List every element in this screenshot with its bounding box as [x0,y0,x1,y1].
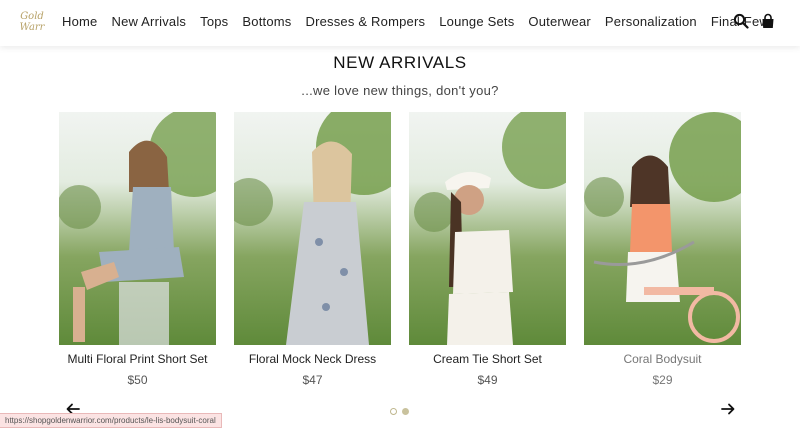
nav-link-dresses-rompers[interactable]: Dresses & Rompers [305,14,425,29]
main-nav: Home New Arrivals Tops Bottoms Dresses &… [62,14,783,29]
browser-status-url: https://shopgoldenwarrior.com/products/l… [0,413,222,428]
shopping-bag-icon[interactable] [760,13,778,31]
carousel-dot[interactable] [390,408,397,415]
product-image[interactable] [584,112,741,345]
nav-link-new-arrivals[interactable]: New Arrivals [111,14,186,29]
product-name[interactable]: Coral Bodysuit [584,352,741,366]
product-name[interactable]: Floral Mock Neck Dress [234,352,391,366]
product-name[interactable]: Multi Floral Print Short Set [59,352,216,366]
product-name[interactable]: Cream Tie Short Set [409,352,566,366]
nav-link-lounge-sets[interactable]: Lounge Sets [439,14,514,29]
product-card[interactable]: Floral Mock Neck Dress $47 [234,112,391,387]
product-image[interactable] [59,112,216,345]
product-price: $50 [127,373,148,387]
carousel-dot-active[interactable] [402,408,409,415]
product-image[interactable] [234,112,391,345]
top-navigation-bar: Gold Warr Home New Arrivals Tops Bottoms … [0,0,800,46]
arrow-right-icon[interactable] [721,402,737,416]
carousel-pagination [390,408,409,415]
nav-link-bottoms[interactable]: Bottoms [242,14,291,29]
product-price: $29 [652,373,673,387]
product-price: $49 [477,373,498,387]
nav-link-outerwear[interactable]: Outerwear [528,14,591,29]
nav-link-home[interactable]: Home [62,14,97,29]
section-title: NEW ARRIVALS [333,53,467,72]
product-card[interactable]: Cream Tie Short Set $49 [409,112,566,387]
nav-link-personalization[interactable]: Personalization [605,14,697,29]
section-subtitle: ...we love new things, don't you? [301,83,499,98]
product-card[interactable]: Multi Floral Print Short Set $50 [59,112,216,387]
product-image[interactable] [409,112,566,345]
nav-link-tops[interactable]: Tops [200,14,228,29]
search-icon[interactable] [733,13,751,31]
product-card[interactable]: Coral Bodysuit $29 [584,112,741,387]
brand-logo[interactable]: Gold Warr [18,11,46,33]
product-price: $47 [302,373,323,387]
